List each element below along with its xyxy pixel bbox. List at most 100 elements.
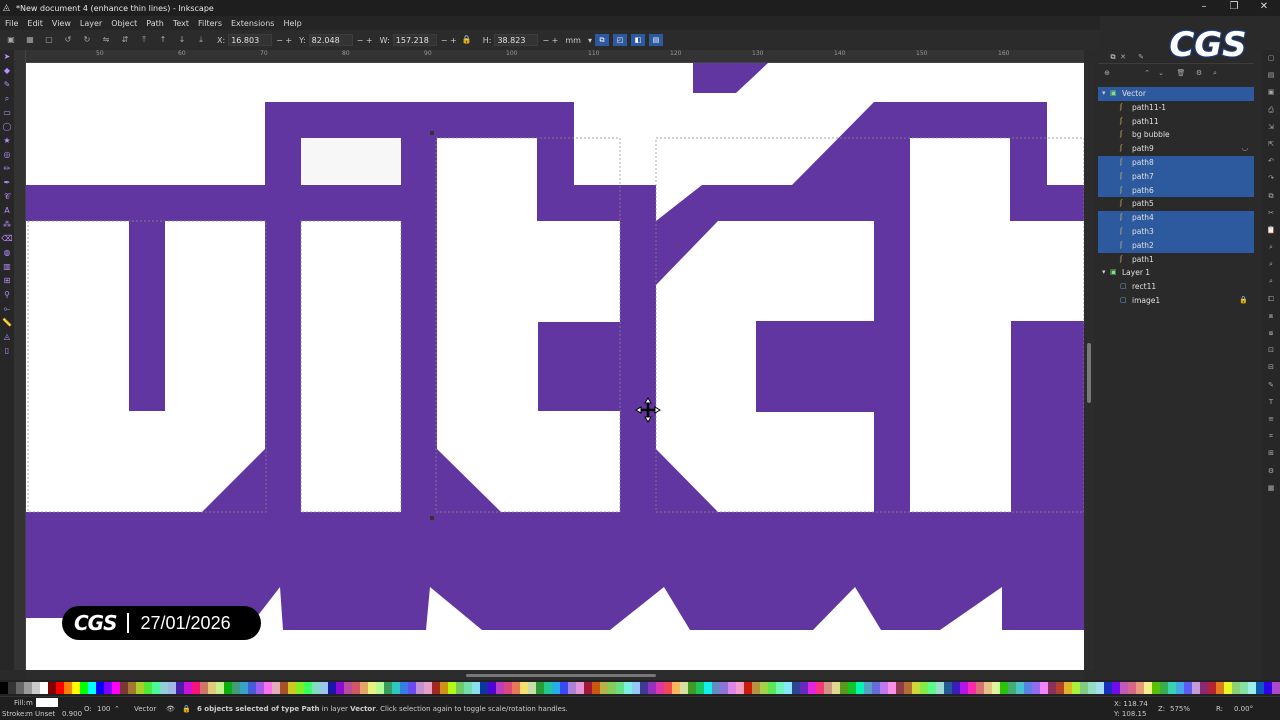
layers-tab-icon[interactable]: ⧉ [1108,52,1118,62]
layer-row[interactable]: ʃ bg bubble [1098,128,1254,142]
palette-swatch[interactable] [456,682,464,694]
horizontal-scrollbar[interactable] [26,670,1084,680]
rect-tool-icon[interactable]: ▭ [0,106,14,120]
palette-swatch[interactable] [1184,682,1192,694]
delete-object-icon[interactable]: 🗑 [1176,68,1186,78]
palette-swatch[interactable] [1112,682,1120,694]
palette-swatch[interactable] [1216,682,1224,694]
palette-swatch[interactable] [432,682,440,694]
y-stepper[interactable]: − + [357,36,373,45]
palette-swatch[interactable] [104,682,112,694]
palette-swatch[interactable] [1016,682,1024,694]
palette-swatch[interactable] [968,682,976,694]
palette-swatch[interactable] [1152,682,1160,694]
palette-swatch[interactable] [400,682,408,694]
document-properties-icon[interactable]: ▦ [1262,480,1280,497]
palette-swatch[interactable] [1136,682,1144,694]
flip-horizontal-icon[interactable]: ⇋ [99,33,113,47]
palette-swatch[interactable] [344,682,352,694]
zoom-selection-icon[interactable]: ⌕ [1262,239,1280,256]
palette-swatch[interactable] [64,682,72,694]
palette-swatch[interactable] [24,682,32,694]
palette-swatch[interactable] [152,682,160,694]
menu-filters[interactable]: Filters [198,19,222,28]
opacity-stepper-icon[interactable]: ⌃ [114,705,120,713]
palette-swatch[interactable] [960,682,968,694]
palette-swatch[interactable] [1080,682,1088,694]
palette-swatch[interactable] [720,682,728,694]
palette-swatch[interactable] [856,682,864,694]
deselect-icon[interactable]: ▢ [42,33,56,47]
x-input[interactable] [228,34,273,46]
xml-editor-icon[interactable]: ⌗ [1262,428,1280,445]
palette-swatch[interactable] [288,682,296,694]
palette-swatch[interactable] [448,682,456,694]
palette-swatch[interactable] [880,682,888,694]
palette-swatch[interactable] [304,682,312,694]
palette-swatch[interactable] [8,682,16,694]
eraser-tool-icon[interactable]: ⌫ [0,232,14,246]
palette-swatch[interactable] [544,682,552,694]
palette-swatch[interactable] [504,682,512,694]
align-icon[interactable]: ⊞ [1262,445,1280,462]
zoom-tool-icon[interactable]: ⌕ [0,92,14,106]
zoom-page-icon[interactable]: ⌕ [1262,273,1280,290]
palette-swatch[interactable] [328,682,336,694]
palette-swatch[interactable] [352,682,360,694]
layer-row[interactable]: ʃ path7 [1098,169,1254,184]
palette-swatch[interactable] [1072,682,1080,694]
open-icon[interactable]: ▤ [1262,67,1280,84]
palette-swatch[interactable] [488,682,496,694]
layer-row[interactable]: ▢ image1 🔒 [1098,294,1254,308]
palette-swatch[interactable] [232,682,240,694]
fill-swatch[interactable] [36,698,58,707]
zoom-value[interactable]: 575% [1170,705,1190,713]
palette-swatch[interactable] [816,682,824,694]
clone-icon[interactable]: ⧈ [1262,308,1280,325]
color-palette[interactable] [0,680,1280,696]
y-input[interactable] [308,34,353,46]
palette-swatch[interactable] [40,682,48,694]
palette-swatch[interactable] [512,682,520,694]
palette-swatch[interactable] [16,682,24,694]
undo-icon[interactable]: ↶ [1262,153,1280,170]
palette-swatch[interactable] [944,682,952,694]
palette-swatch[interactable] [1008,682,1016,694]
palette-swatch[interactable] [800,682,808,694]
w-stepper[interactable]: − + [441,36,457,45]
star-tool-icon[interactable]: ★ [0,134,14,148]
vertical-ruler[interactable] [14,50,26,670]
close-tab-icon[interactable]: ✕ [1118,52,1128,62]
palette-swatch[interactable] [312,682,320,694]
palette-swatch[interactable] [592,682,600,694]
palette-swatch[interactable] [136,682,144,694]
palette-swatch[interactable] [952,682,960,694]
menu-help[interactable]: Help [283,19,301,28]
palette-swatch[interactable] [696,682,704,694]
palette-swatch[interactable] [600,682,608,694]
ellipse-tool-icon[interactable]: ◯ [0,120,14,134]
print-icon[interactable]: ⎙ [1262,102,1280,119]
palette-swatch[interactable] [656,682,664,694]
palette-swatch[interactable] [1248,682,1256,694]
gradient-tool-icon[interactable]: ▥ [0,260,14,274]
palette-swatch[interactable] [888,682,896,694]
lower-to-bottom-icon[interactable]: ⤓ [194,33,208,47]
stroke-value[interactable]: m Unset [26,710,55,718]
palette-swatch[interactable] [160,682,168,694]
stroke-width[interactable]: 0.900 [62,710,82,718]
palette-swatch[interactable] [72,682,80,694]
palette-swatch[interactable] [1056,682,1064,694]
palette-swatch[interactable] [568,682,576,694]
lock-ratio-icon[interactable]: 🔒 [460,33,474,47]
layer-row[interactable]: ▾ ▣ Vector [1098,87,1254,101]
close-button[interactable]: ✕ [1248,0,1280,16]
palette-swatch[interactable] [1120,682,1128,694]
menu-path[interactable]: Path [146,19,164,28]
palette-swatch[interactable] [928,682,936,694]
layers-icon[interactable]: ≡ [1262,411,1280,428]
palette-swatch[interactable] [768,682,776,694]
rotate-cw-icon[interactable]: ↻ [80,33,94,47]
palette-swatch[interactable] [1272,682,1280,694]
layer-row[interactable]: ʃ path3 [1098,224,1254,239]
